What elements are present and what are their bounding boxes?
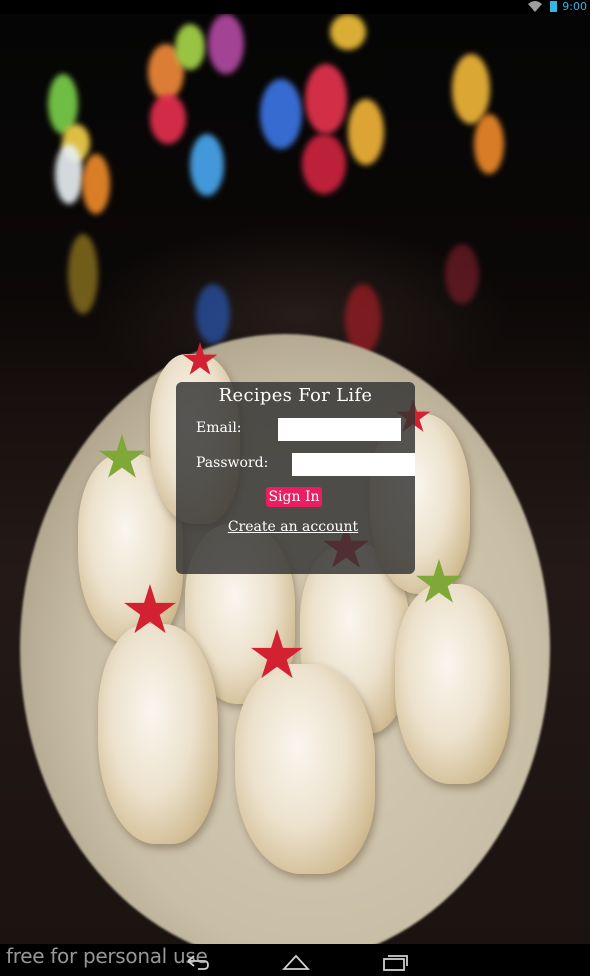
password-field[interactable] <box>292 453 415 476</box>
status-bar: 9:00 <box>0 0 590 14</box>
login-panel: Recipes For Life Email: Password: Sign I… <box>176 382 415 574</box>
app-title: Recipes For Life <box>218 385 373 406</box>
recents-icon[interactable] <box>380 950 410 972</box>
wifi-icon <box>528 1 542 12</box>
battery-icon <box>550 1 557 12</box>
password-label: Password: <box>196 455 269 471</box>
watermark-text: free for personal use <box>6 944 208 968</box>
email-label: Email: <box>196 420 242 436</box>
status-time: 9:00 <box>562 0 587 13</box>
home-icon[interactable] <box>281 950 311 972</box>
email-field[interactable] <box>278 418 401 441</box>
create-account-link[interactable]: Create an account <box>176 519 410 535</box>
sign-in-button[interactable]: Sign In <box>266 487 322 507</box>
